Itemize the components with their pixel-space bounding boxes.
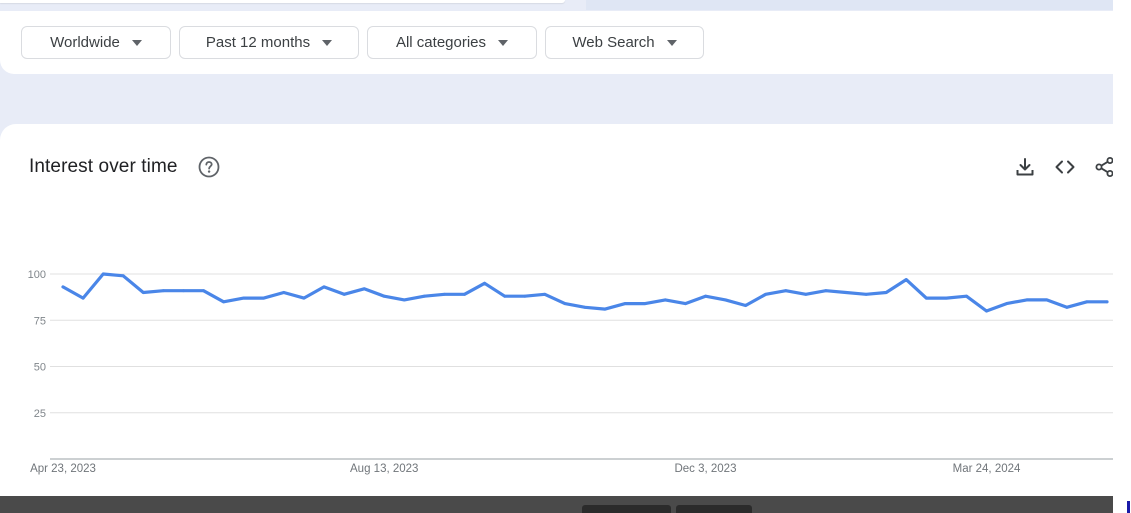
data-point: [643, 302, 647, 305]
data-point: [563, 302, 567, 305]
caret-down-icon: [322, 39, 333, 46]
data-point: [684, 302, 687, 305]
bottom-tab[interactable]: [676, 505, 752, 513]
data-point: [924, 296, 928, 300]
data-point: [804, 292, 808, 296]
data-point: [202, 289, 205, 293]
caret-down-icon: [131, 39, 142, 46]
bottom-tab[interactable]: [582, 505, 671, 513]
filter-bar: Worldwide Past 12 months All categories …: [0, 11, 1113, 74]
x-tick-label: Aug 13, 2023: [350, 463, 418, 475]
time-range-filter-label: Past 12 months: [205, 34, 311, 51]
data-point: [101, 272, 105, 276]
region-filter-button[interactable]: Worldwide: [21, 26, 171, 59]
data-point: [623, 302, 627, 305]
data-point: [523, 294, 527, 298]
interest-over-time-card: Interest over time 25 50 75 100 Apr 23, 2023…: [0, 124, 1114, 496]
data-point: [302, 296, 306, 300]
data-point: [965, 294, 968, 298]
y-tick-label: 25: [34, 408, 46, 420]
scroll-indicator: [1127, 501, 1130, 513]
data-point: [402, 298, 406, 302]
data-point: [162, 289, 165, 293]
x-tick-label: Dec 3, 2023: [674, 463, 736, 475]
y-tick-label: 100: [28, 269, 46, 281]
data-point: [1105, 300, 1109, 304]
data-point: [182, 289, 185, 293]
caret-down-icon: [666, 39, 677, 46]
data-point: [864, 292, 868, 296]
data-point: [844, 291, 848, 294]
data-point: [663, 298, 667, 302]
data-point: [121, 274, 125, 278]
bottom-toolbar: [0, 496, 1113, 513]
scrollbar-gutter: [1113, 0, 1131, 513]
data-point: [543, 292, 547, 296]
data-point: [322, 285, 326, 289]
data-point: [824, 289, 828, 293]
category-filter-label: All categories: [395, 34, 487, 51]
data-point: [503, 294, 507, 298]
data-point: [382, 294, 386, 298]
data-point: [1005, 302, 1008, 305]
data-point: [483, 281, 486, 285]
x-tick-label: Mar 24, 2024: [953, 463, 1021, 475]
data-point: [81, 296, 85, 300]
data-point: [583, 305, 587, 309]
data-point: [443, 292, 446, 296]
data-point: [784, 289, 788, 293]
data-point: [1065, 305, 1069, 309]
data-point: [1045, 298, 1049, 302]
data-point: [282, 291, 286, 294]
category-filter-button[interactable]: All categories: [367, 26, 537, 59]
data-point: [242, 296, 246, 300]
data-point: [945, 296, 948, 300]
region-filter-label: Worldwide: [50, 34, 120, 51]
data-point: [61, 285, 65, 289]
data-point: [603, 307, 607, 311]
data-point: [1025, 298, 1029, 302]
data-point: [744, 304, 747, 307]
y-tick-label: 50: [34, 362, 46, 374]
x-tick-label: Apr 23, 2023: [30, 463, 96, 475]
data-point: [423, 294, 426, 298]
line-chart: 25 50 75 100 Apr 23, 2023 Aug 13, 2023 Dec 3, …: [28, 269, 1113, 475]
header-strip: [586, 0, 1113, 10]
caret-down-icon: [498, 39, 509, 46]
data-point: [141, 291, 145, 294]
data-point: [985, 309, 988, 313]
data-point: [222, 300, 226, 304]
data-point: [704, 294, 707, 298]
search-type-filter-label: Web Search: [572, 34, 655, 51]
series-line: [61, 272, 1109, 313]
data-point: [764, 292, 768, 296]
search-type-filter-button[interactable]: Web Search: [545, 26, 704, 59]
data-point: [904, 278, 908, 281]
y-tick-label: 75: [34, 315, 46, 327]
data-point: [463, 292, 466, 296]
search-bar-edge: [0, 0, 565, 3]
data-point: [262, 296, 266, 300]
data-point: [362, 287, 366, 291]
data-point: [1085, 300, 1089, 304]
data-point: [884, 291, 888, 294]
data-point: [724, 298, 727, 302]
time-range-filter-button[interactable]: Past 12 months: [179, 26, 359, 59]
data-point: [342, 292, 346, 296]
